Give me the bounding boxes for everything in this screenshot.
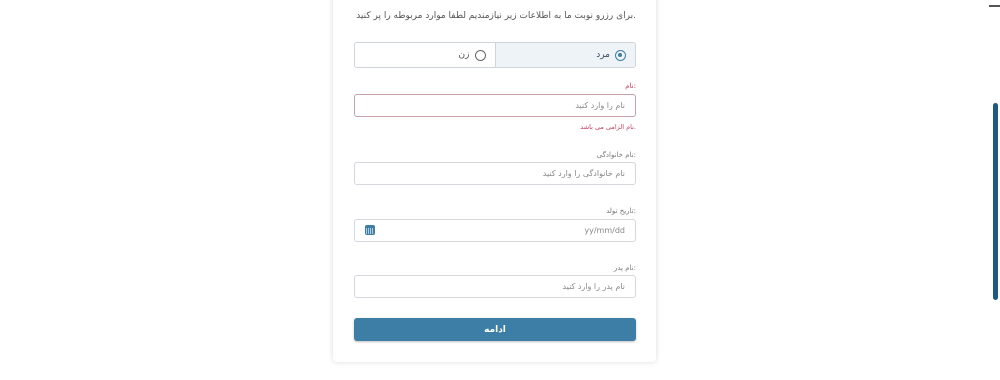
birth-date-label: تاریخ تولد: <box>606 207 636 215</box>
gender-option-female[interactable]: زن <box>355 43 495 67</box>
gender-selector: مرد زن <box>354 42 636 68</box>
scrollbar-thumb[interactable] <box>993 103 998 300</box>
last-name-label: نام خانوادگی: <box>596 151 636 159</box>
gender-female-label: زن <box>458 50 470 60</box>
calendar-icon[interactable] <box>365 225 375 235</box>
scrollbar-top-line <box>989 5 1000 7</box>
father-name-input[interactable] <box>354 275 636 298</box>
continue-button[interactable]: ادامه <box>354 318 636 341</box>
gender-option-male[interactable]: مرد <box>494 43 635 67</box>
form-intro-text: برای رزرو نوبت ما به اطلاعات زیر نیازمند… <box>356 11 636 21</box>
gender-male-label: مرد <box>596 50 610 60</box>
first-name-input[interactable] <box>354 94 636 117</box>
father-name-label: نام پدر: <box>613 264 636 272</box>
first-name-label: نام: <box>625 82 636 90</box>
scrollbar[interactable] <box>989 0 1000 380</box>
radio-unselected-icon[interactable] <box>474 49 486 61</box>
last-name-input[interactable] <box>354 162 636 185</box>
first-name-error: نام الزامی می باشد. <box>580 123 636 131</box>
birth-date-input[interactable] <box>354 219 636 242</box>
radio-selected-icon[interactable] <box>615 49 626 61</box>
